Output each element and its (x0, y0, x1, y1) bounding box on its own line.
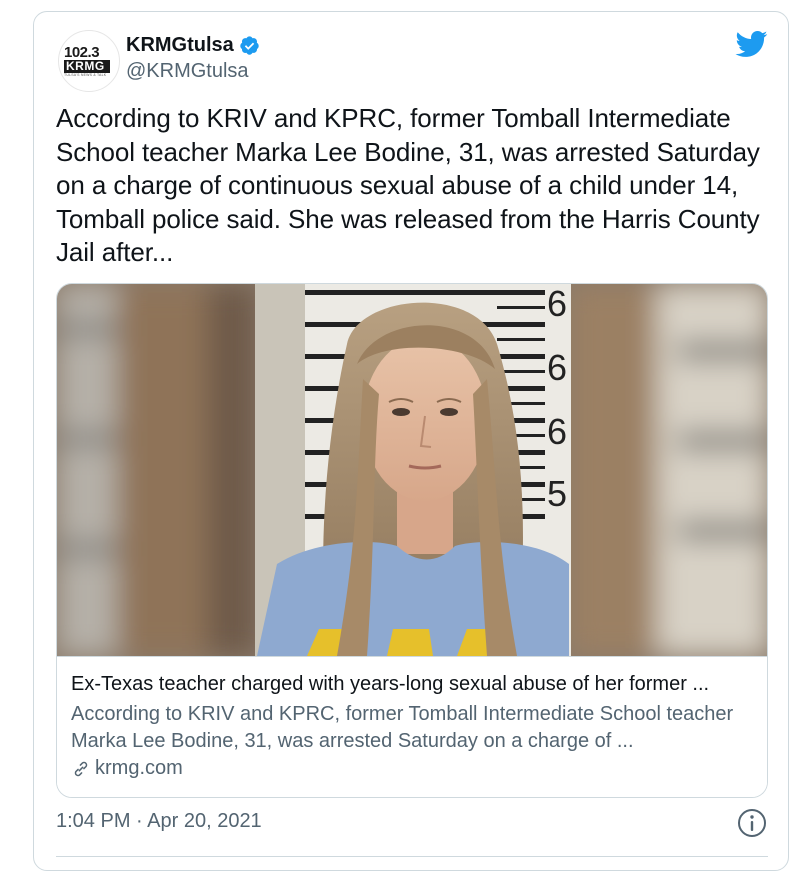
card-description: According to KRIV and KPRC, former Tomba… (71, 703, 734, 752)
svg-text:6: 6 (547, 284, 567, 324)
twitter-bird-icon[interactable] (734, 30, 768, 58)
card-domain[interactable]: krmg.com (95, 757, 183, 780)
tweet-text: According to KRIV and KPRC, former Tomba… (56, 103, 760, 267)
link-icon (74, 761, 88, 776)
card-title[interactable]: Ex-Texas teacher charged with years-long… (71, 673, 761, 696)
svg-text:6: 6 (547, 347, 567, 388)
card-domain-link[interactable]: krmg.com (71, 757, 183, 780)
tweet-timestamp[interactable]: 1:04 PM · Apr 20, 2021 (56, 810, 262, 833)
svg-text:6: 6 (547, 411, 567, 452)
avatar[interactable]: 102.3 KRMG TULSA'S NEWS & TALK (58, 30, 120, 92)
logo-frequency: 102.3 (64, 44, 100, 61)
author-handle[interactable]: @KRMGtulsa (126, 60, 249, 83)
logo-callsign: KRMG (64, 60, 110, 73)
author-name-row[interactable]: KRMGtulsa (126, 34, 260, 57)
divider (56, 856, 768, 857)
card-footer[interactable]: Ex-Texas teacher charged with years-long… (57, 656, 767, 797)
tweet-card[interactable]: 102.3 KRMG TULSA'S NEWS & TALK KRMGtulsa… (33, 11, 789, 871)
verified-badge-icon (240, 36, 259, 55)
card-image[interactable]: 6 6 6 5 (57, 284, 768, 656)
station-logo: 102.3 KRMG TULSA'S NEWS & TALK (64, 45, 114, 78)
link-preview-card[interactable]: 6 6 6 5 Ex-Texas teacher charged with ye… (56, 283, 768, 798)
svg-text:5: 5 (547, 473, 567, 514)
info-icon[interactable] (736, 807, 768, 839)
logo-tagline: TULSA'S NEWS & TALK (64, 73, 107, 77)
author-display-name[interactable]: KRMGtulsa (126, 34, 234, 57)
